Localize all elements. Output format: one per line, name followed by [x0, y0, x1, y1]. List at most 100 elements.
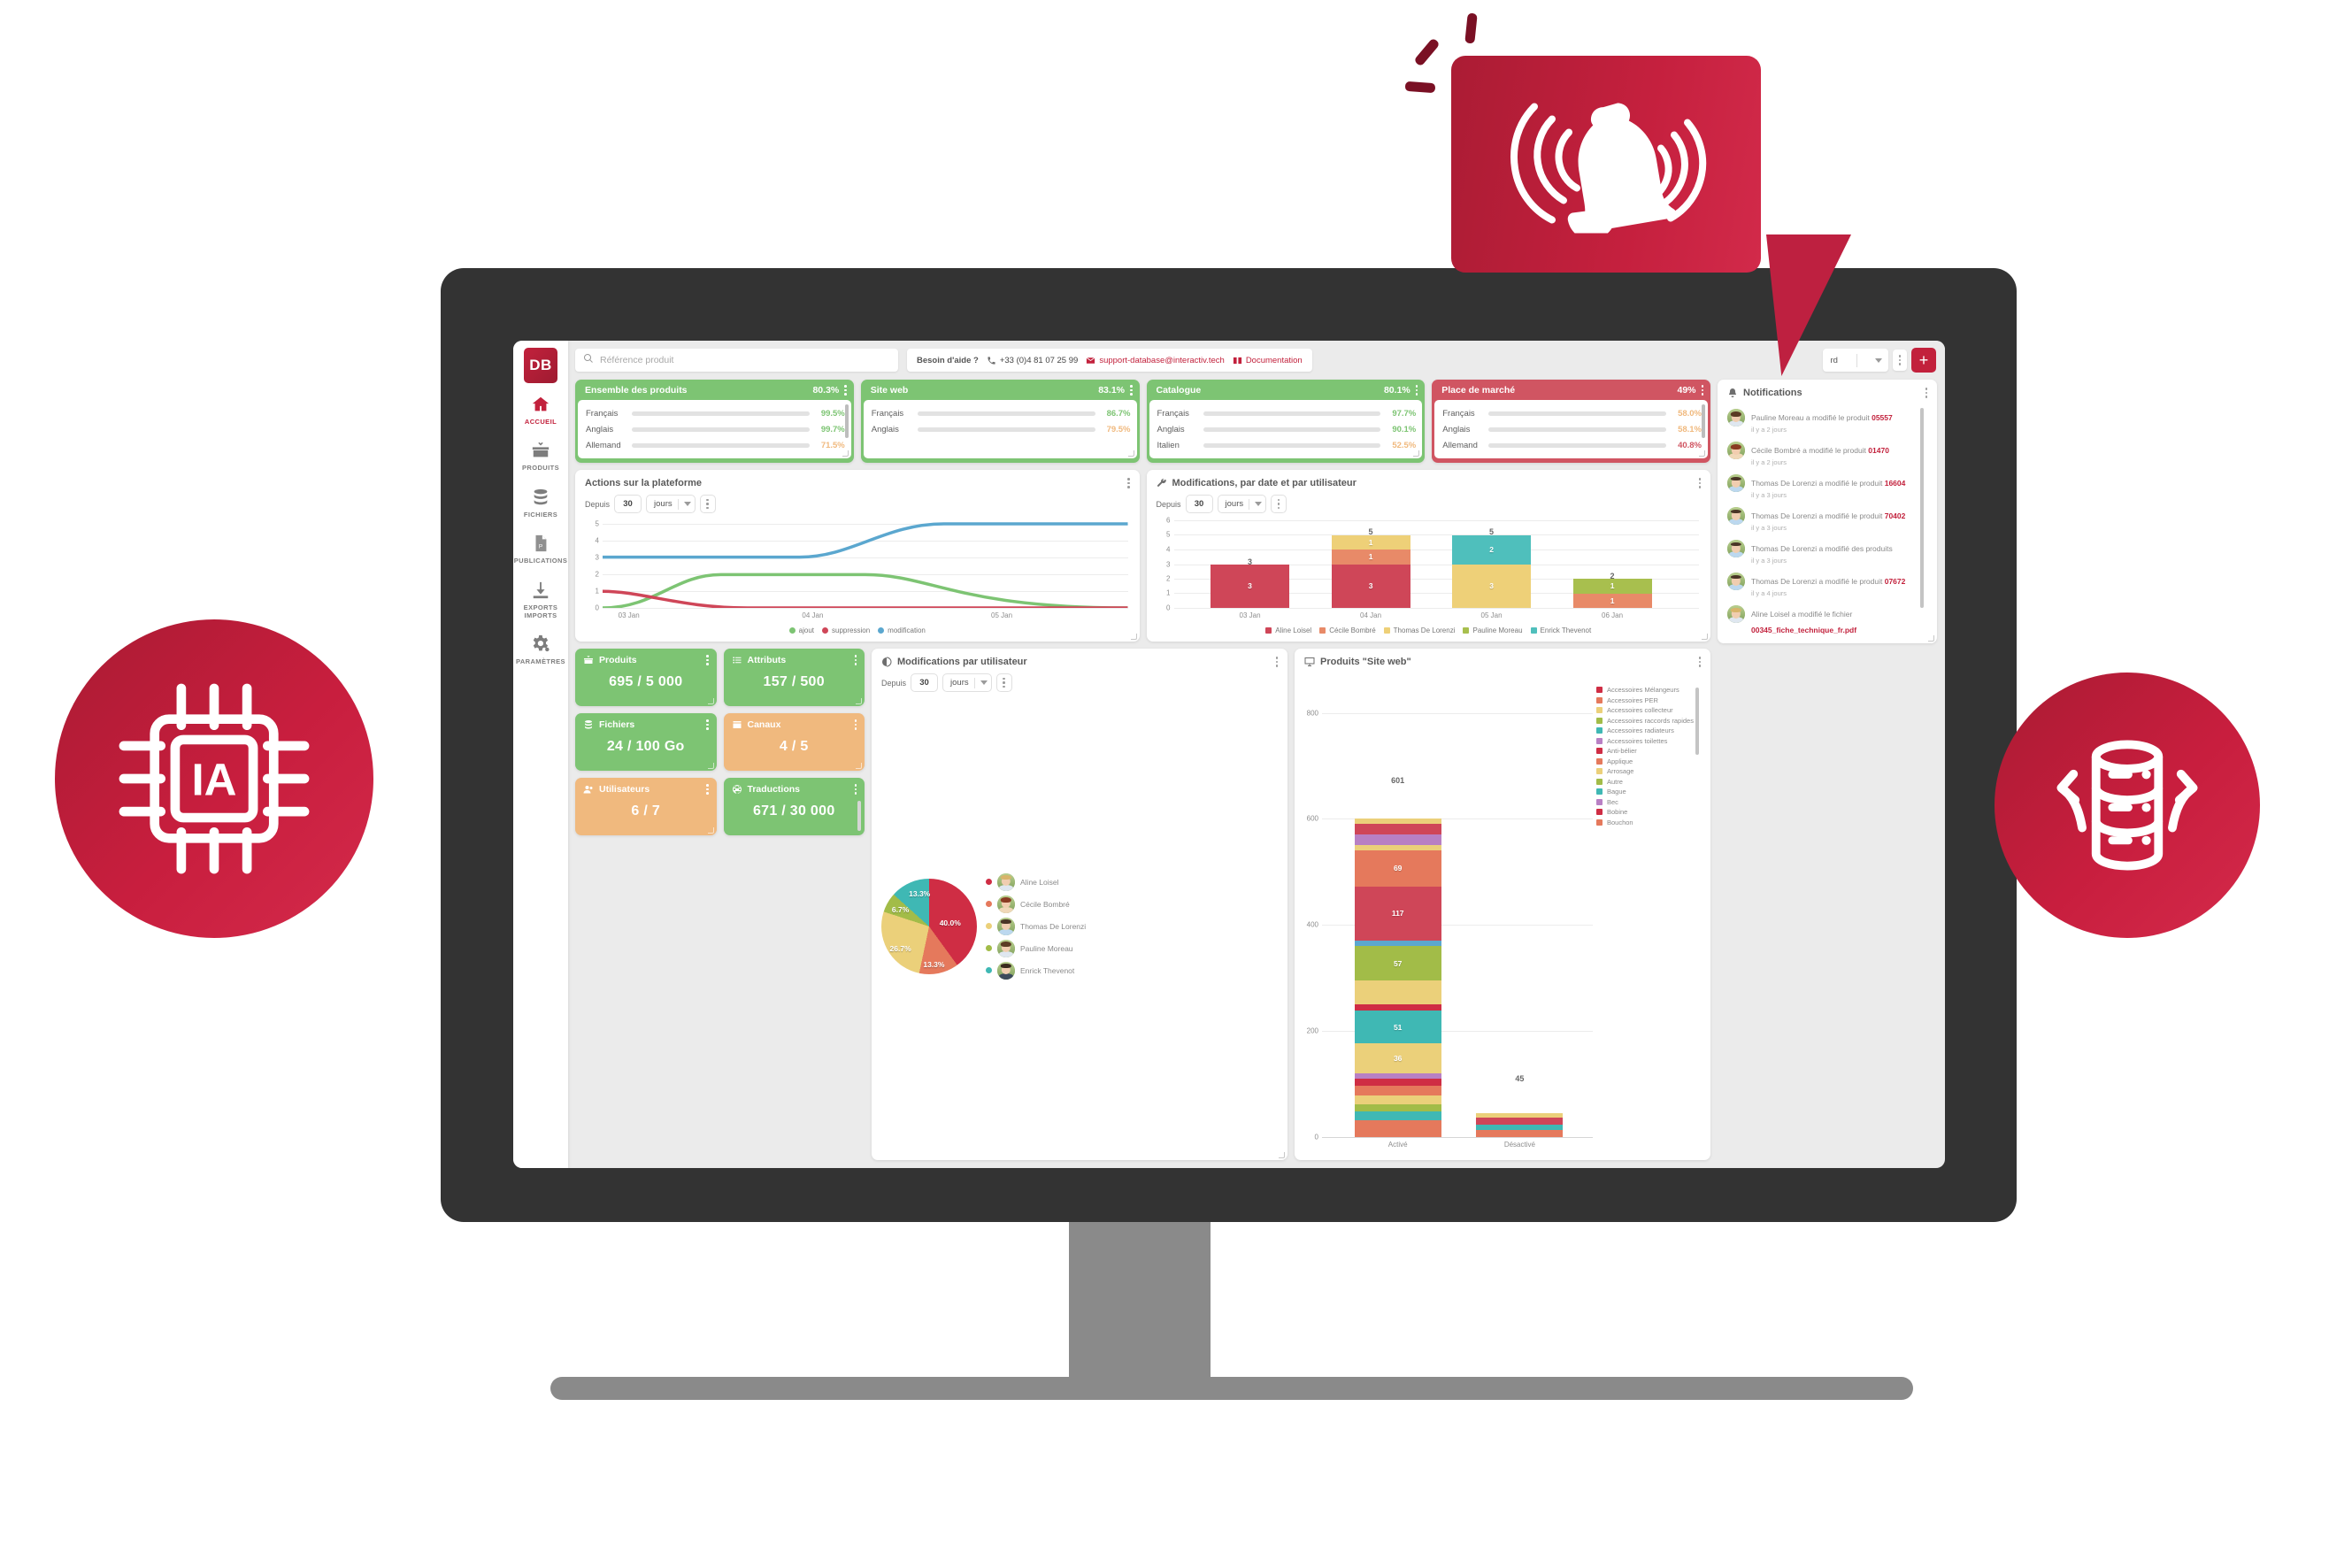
resize-grip[interactable]	[1928, 635, 1934, 642]
since-unit-select[interactable]: jours	[646, 495, 696, 513]
sidebar-item-accueil[interactable]: Accueil	[513, 387, 568, 433]
legend-item[interactable]: Accessoires radiateurs	[1596, 726, 1687, 734]
panel-overflow-menu[interactable]	[1698, 478, 1701, 488]
sidebar-item-exports-imports[interactable]: Exports Imports	[513, 573, 568, 627]
resize-grip[interactable]	[1413, 450, 1420, 457]
legend-item[interactable]: suppression	[822, 626, 870, 634]
legend-item[interactable]: Thomas De Lorenzi	[1383, 626, 1455, 634]
resize-grip[interactable]	[1130, 634, 1137, 640]
resize-grip[interactable]	[856, 698, 862, 704]
since-days-input[interactable]: 30	[911, 673, 939, 692]
since-unit-select[interactable]: jours	[942, 673, 992, 692]
search-input[interactable]: Référence produit	[575, 349, 898, 372]
add-button[interactable]: +	[1911, 348, 1936, 373]
notification-item[interactable]: Pauline Moreau a modifié le produit 0555…	[1727, 404, 1922, 437]
topbar-overflow-menu[interactable]	[1892, 350, 1907, 371]
tile-scrollbar[interactable]	[857, 801, 861, 831]
legend-item[interactable]: ajout	[788, 626, 814, 634]
kpi-card[interactable]: Catalogue 80.1% Français 97.7% Anglais 9…	[1146, 380, 1426, 463]
app-logo[interactable]: DB	[524, 348, 557, 383]
bar-column[interactable]: 36 51 57 117 69	[1354, 819, 1441, 1137]
since-overflow-menu[interactable]	[1271, 495, 1287, 513]
since-overflow-menu[interactable]	[699, 495, 716, 513]
kpi-overflow-menu[interactable]	[1130, 385, 1133, 396]
legend-scrollbar[interactable]	[1695, 688, 1699, 755]
resize-grip[interactable]	[856, 763, 862, 769]
legend-item[interactable]: Accessoires toilettes	[1596, 737, 1687, 745]
legend-item[interactable]: Bec	[1596, 798, 1687, 806]
phone-link[interactable]: +33 (0)4 81 07 25 99	[987, 356, 1078, 365]
since-unit-select[interactable]: jours	[1217, 495, 1267, 513]
legend-item[interactable]: Bouchon	[1596, 819, 1687, 826]
since-overflow-menu[interactable]	[995, 673, 1012, 692]
panel-overflow-menu[interactable]	[1698, 657, 1701, 667]
resize-grip[interactable]	[1279, 1152, 1285, 1158]
legend-item[interactable]: Autre	[1596, 778, 1687, 786]
email-link[interactable]: support-database@interactiv.tech	[1086, 356, 1225, 365]
kpi-card[interactable]: Site web 83.1% Français 86.7% Anglais 79…	[860, 380, 1140, 463]
since-days-input[interactable]: 30	[614, 495, 642, 513]
sidebar-item-publications[interactable]: P Publications	[513, 526, 568, 572]
kpi-overflow-menu[interactable]	[1415, 385, 1418, 396]
bar-column[interactable]: 3	[1211, 564, 1290, 608]
bar-column[interactable]: 1 1	[1572, 579, 1652, 608]
notification-item[interactable]: Aline Loisel a modifié le fichier 00345_…	[1727, 601, 1922, 636]
tile-overflow-menu[interactable]	[854, 784, 857, 795]
resize-grip[interactable]	[707, 827, 714, 834]
resize-grip[interactable]	[842, 450, 849, 457]
sidebar-item-produits[interactable]: Produits	[513, 433, 568, 479]
sidebar-item-parametres[interactable]: Paramètres	[513, 626, 568, 673]
notification-item[interactable]: Cécile Bombré a modifié le produit 01470…	[1727, 437, 1922, 470]
documentation-link[interactable]: Documentation	[1233, 356, 1303, 365]
legend-item[interactable]: Cécile Bombré	[986, 895, 1086, 913]
kpi-card[interactable]: Place de marché 49% Français 58.0% Angla…	[1432, 380, 1710, 463]
legend-item[interactable]: Anti-bélier	[1596, 747, 1687, 755]
stat-tile-attributs[interactable]: Attributs 157 / 500	[723, 649, 865, 706]
kpi-overflow-menu[interactable]	[844, 385, 847, 396]
legend-item[interactable]: Arrosage	[1596, 767, 1687, 775]
legend-item[interactable]: Enrick Thevenot	[1530, 626, 1591, 634]
legend-item[interactable]: Aline Loisel	[986, 872, 1086, 891]
notification-item[interactable]: Thomas De Lorenzi a modifié le produit 0…	[1727, 568, 1922, 601]
kpi-overflow-menu[interactable]	[1701, 385, 1703, 396]
legend-item[interactable]: Cécile Bombré	[1319, 626, 1376, 634]
bar-column[interactable]	[1476, 1113, 1564, 1137]
legend-item[interactable]: Pauline Moreau	[1463, 626, 1523, 634]
panel-overflow-menu[interactable]	[1275, 657, 1278, 667]
resize-grip[interactable]	[1127, 450, 1134, 457]
legend-item[interactable]: Aline Loisel	[1265, 626, 1311, 634]
tile-overflow-menu[interactable]	[706, 655, 709, 665]
stat-tile-produits[interactable]: Produits 695 / 5 000	[575, 649, 717, 706]
legend-item[interactable]: Bobine	[1596, 808, 1687, 816]
bar-column[interactable]: 3 2	[1452, 534, 1532, 608]
tile-overflow-menu[interactable]	[854, 655, 857, 665]
resize-grip[interactable]	[707, 698, 714, 704]
resize-grip[interactable]	[707, 763, 714, 769]
since-days-input[interactable]: 30	[1185, 495, 1213, 513]
panel-overflow-menu[interactable]	[1127, 478, 1130, 488]
legend-item[interactable]: modification	[878, 626, 926, 634]
kpi-scrollbar[interactable]	[1702, 404, 1705, 438]
legend-item[interactable]: Bague	[1596, 788, 1687, 796]
stat-tile-utilisateurs[interactable]: Utilisateurs 6 / 7	[575, 778, 717, 835]
language-select[interactable]: rd	[1822, 349, 1888, 372]
legend-item[interactable]: Pauline Moreau	[986, 939, 1086, 957]
legend-item[interactable]: Accessoires PER	[1596, 696, 1687, 704]
kpi-scrollbar[interactable]	[844, 404, 849, 438]
stat-tile-fichiers[interactable]: Fichiers 24 / 100 Go	[575, 713, 717, 771]
kpi-card[interactable]: Ensemble des produits 80.3% Français 99.…	[575, 380, 854, 463]
tile-overflow-menu[interactable]	[706, 719, 709, 730]
legend-item[interactable]: Applique	[1596, 757, 1687, 765]
stat-tile-traductions[interactable]: Traductions 671 / 30 000	[723, 778, 865, 835]
panel-overflow-menu[interactable]	[1925, 388, 1927, 398]
legend-item[interactable]: Thomas De Lorenzi	[986, 917, 1086, 935]
bar-column[interactable]: 3 1 1	[1331, 534, 1410, 608]
legend-item[interactable]: Accessoires collecteur	[1596, 706, 1687, 714]
resize-grip[interactable]	[1702, 634, 1708, 640]
stat-tile-canaux[interactable]: Canaux 4 / 5	[723, 713, 865, 771]
notification-item[interactable]: Thomas De Lorenzi a modifié le produit 1…	[1727, 470, 1922, 503]
sidebar-item-fichiers[interactable]: Fichiers	[513, 480, 568, 526]
tile-overflow-menu[interactable]	[706, 784, 709, 795]
tile-overflow-menu[interactable]	[854, 719, 857, 730]
legend-item[interactable]: Enrick Thevenot	[986, 961, 1086, 980]
